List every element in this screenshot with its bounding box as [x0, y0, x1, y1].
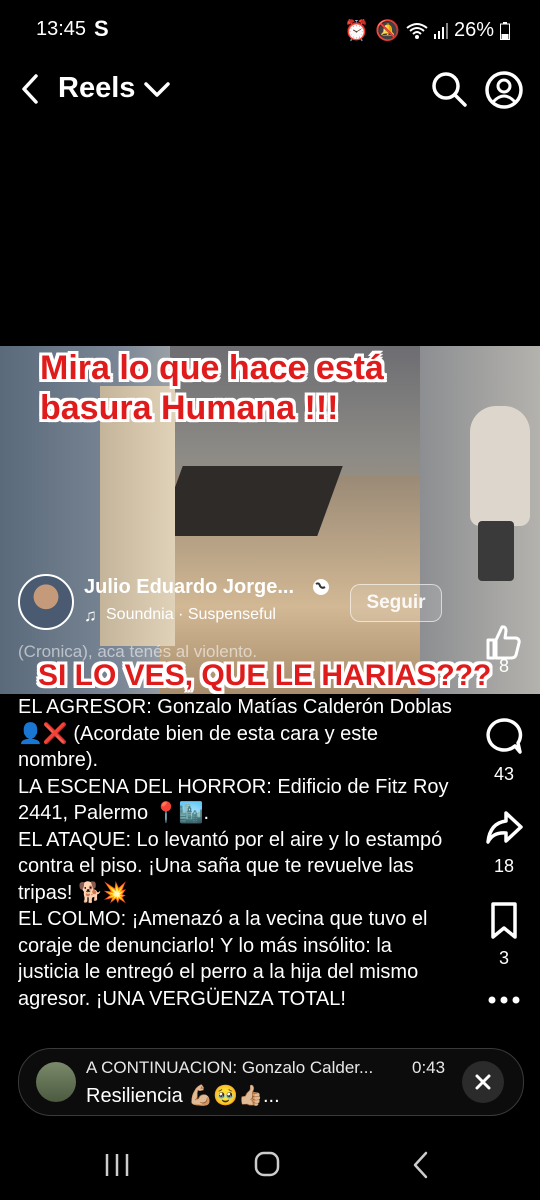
battery-percent: 26% — [453, 19, 494, 41]
author-avatar[interactable] — [18, 574, 74, 630]
recents-icon[interactable] — [104, 1152, 130, 1178]
video-scene-person-legs — [478, 521, 514, 581]
audio-label[interactable]: Soundnia · Suspenseful — [106, 606, 276, 624]
close-button[interactable] — [462, 1061, 504, 1103]
back-icon[interactable] — [16, 72, 48, 106]
status-time: 13:45 — [36, 18, 87, 40]
up-next-title[interactable]: A CONTINUACION: Gonzalo Calder... — [86, 1058, 373, 1078]
up-next-subtitle[interactable]: Resiliencia 💪🏼🥹👍🏼... — [86, 1083, 280, 1108]
up-next-thumbnail[interactable] — [36, 1062, 76, 1102]
author-name[interactable]: Julio Eduardo Jorge... — [84, 576, 294, 599]
close-icon[interactable] — [475, 1074, 491, 1090]
chevron-down-icon[interactable] — [142, 76, 172, 102]
video-scene-shadow — [157, 466, 343, 536]
follow-button[interactable]: Seguir — [350, 584, 442, 622]
wifi-icon — [406, 22, 428, 39]
video-overlay-title: Mira lo que hace está basura Humana !!! — [40, 349, 384, 427]
comment-count: 43 — [493, 764, 515, 784]
search-icon[interactable] — [430, 70, 468, 108]
mute-icon: 🔕 — [375, 20, 400, 42]
share-count: 18 — [493, 856, 515, 876]
share-icon[interactable] — [484, 808, 524, 848]
bookmark-icon[interactable] — [484, 900, 524, 940]
caption-line: LA ESCENA DEL HORROR: Edificio de Fitz R… — [18, 775, 449, 825]
reel-video[interactable]: Mira lo que hace está basura Humana !!! … — [0, 346, 540, 694]
home-icon[interactable] — [254, 1151, 280, 1177]
page-title[interactable]: Reels — [58, 72, 135, 105]
status-bar: 13:45 S ⏰ 🔕 26% — [0, 0, 540, 60]
music-note-icon: ♫ — [84, 606, 97, 625]
like-count: 8 — [498, 656, 509, 676]
alarm-icon: ⏰ — [344, 20, 370, 42]
profile-icon[interactable] — [484, 70, 524, 110]
carrier-icon: S — [94, 16, 109, 41]
save-action[interactable]: 3 — [478, 900, 530, 969]
like-action[interactable]: 8 — [478, 622, 530, 677]
caption-line: EL ATAQUE: Lo levantó por el aire y lo e… — [18, 828, 443, 904]
comment-action[interactable]: 43 — [478, 716, 530, 785]
signal-icon — [433, 22, 448, 39]
up-next-duration: 0:43 — [412, 1058, 446, 1077]
comment-icon[interactable] — [484, 716, 524, 756]
caption-line: EL COLMO: ¡Amenazó a la vecina que tuvo … — [18, 908, 428, 1010]
status-icons: ⏰ 🔕 26% — [344, 18, 510, 43]
battery-icon — [500, 21, 510, 40]
caption-line: EL AGRESOR: Gonzalo Matías Calderón Dobl… — [18, 696, 452, 771]
more-icon[interactable] — [486, 988, 522, 1012]
video-overlay-question: SI LO VES, QUE LE HARIAS??? — [38, 659, 492, 692]
reel-caption[interactable]: EL AGRESOR: Gonzalo Matías Calderón Dobl… — [18, 694, 458, 1014]
share-action[interactable]: 18 — [478, 808, 530, 877]
nav-back-icon[interactable] — [410, 1151, 432, 1179]
save-count: 3 — [498, 948, 509, 968]
more-options-button[interactable] — [478, 988, 530, 1012]
globe-icon — [313, 579, 329, 595]
